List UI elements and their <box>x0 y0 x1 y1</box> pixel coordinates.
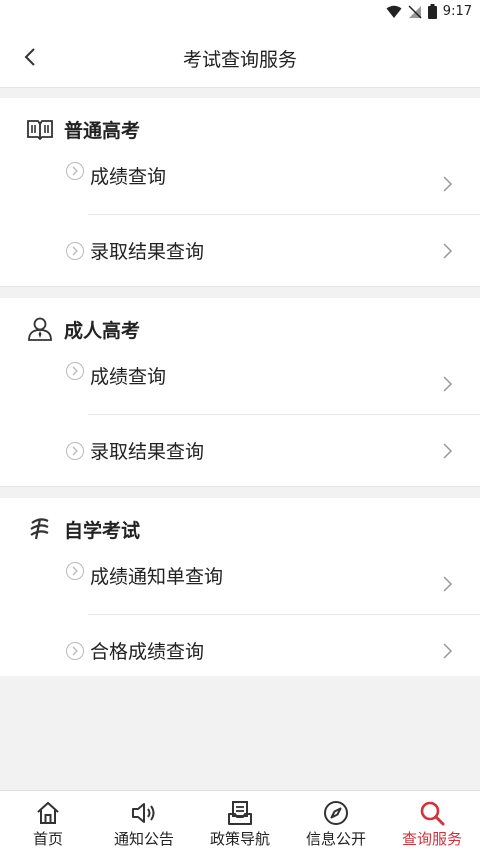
list-item-label: 成绩查询 <box>90 166 167 188</box>
chevron-right-icon <box>443 642 453 659</box>
list-item-admission-query[interactable]: 录取结果查询 <box>0 215 480 286</box>
person-icon <box>26 315 54 343</box>
chevron-right-icon <box>443 176 453 192</box>
section-title: 普通高考 <box>64 119 141 142</box>
nav-item-query[interactable]: 查询服务 <box>384 791 480 854</box>
nav-label: 通知公告 <box>113 830 174 848</box>
list-item-score-query[interactable]: 成绩查询 <box>0 154 480 214</box>
battery-icon <box>427 4 437 19</box>
nav-label: 首页 <box>32 830 63 848</box>
list-item-label: 成绩通知单查询 <box>90 566 224 588</box>
search-icon <box>418 799 446 827</box>
chevron-circle-icon <box>66 562 84 580</box>
chevron-right-icon <box>443 576 453 592</box>
nav-item-policy[interactable]: 政策导航 <box>192 791 288 854</box>
list-item-label: 录取结果查询 <box>90 241 205 263</box>
speaker-icon <box>130 799 158 827</box>
section-separator <box>0 286 480 298</box>
nav-item-info[interactable]: 信息公开 <box>288 791 384 854</box>
list-item-admission-query[interactable]: 录取结果查询 <box>0 415 480 486</box>
status-bar: 9:17 <box>0 0 480 26</box>
section-separator <box>0 486 480 498</box>
book-icon <box>26 115 54 143</box>
app-header: 考试查询服务 <box>0 26 480 88</box>
chevron-right-icon <box>443 242 453 259</box>
nav-item-notices[interactable]: 通知公告 <box>96 791 192 854</box>
list-item-label: 成绩查询 <box>90 366 167 388</box>
page-title: 考试查询服务 <box>182 49 297 71</box>
nav-item-home[interactable]: 首页 <box>0 791 96 854</box>
section-title: 自学考试 <box>64 519 141 542</box>
nav-label: 信息公开 <box>305 830 366 848</box>
list-item-score-notice-query[interactable]: 成绩通知单查询 <box>0 554 480 614</box>
top-gap <box>0 88 480 98</box>
self-study-icon <box>26 515 54 543</box>
chevron-circle-icon <box>66 241 84 260</box>
list-item-label: 合格成绩查询 <box>90 641 205 663</box>
document-icon <box>226 799 254 827</box>
wifi-icon <box>386 5 402 18</box>
section-header: 普通高考 <box>0 98 480 154</box>
list-item-score-query[interactable]: 成绩查询 <box>0 354 480 414</box>
chevron-circle-icon <box>66 362 84 380</box>
chevron-right-icon <box>443 442 453 459</box>
bottom-nav: 首页 通知公告 政策导航 信息公开 查询服务 <box>0 790 480 854</box>
section-adult-exam: 成人高考 成绩查询 录取结果查询 <box>0 298 480 486</box>
section-title: 成人高考 <box>64 319 141 342</box>
no-signal-icon <box>408 4 422 19</box>
list-item-label: 录取结果查询 <box>90 441 205 463</box>
home-icon <box>34 799 62 827</box>
chevron-circle-icon <box>66 162 84 180</box>
status-icons: 9:17 <box>386 4 472 19</box>
section-self-study: 自学考试 成绩通知单查询 合格成绩查询 <box>0 498 480 686</box>
nav-label: 查询服务 <box>401 830 462 848</box>
section-header: 成人高考 <box>0 298 480 354</box>
chevron-circle-icon <box>66 641 84 660</box>
nav-label: 政策导航 <box>209 830 270 848</box>
chevron-circle-icon <box>66 441 84 460</box>
status-time: 9:17 <box>442 4 472 19</box>
chevron-right-icon <box>443 376 453 392</box>
empty-area <box>0 676 480 790</box>
section-header: 自学考试 <box>0 498 480 554</box>
section-gaokao: 普通高考 成绩查询 录取结果查询 <box>0 98 480 286</box>
compass-icon <box>322 799 350 827</box>
